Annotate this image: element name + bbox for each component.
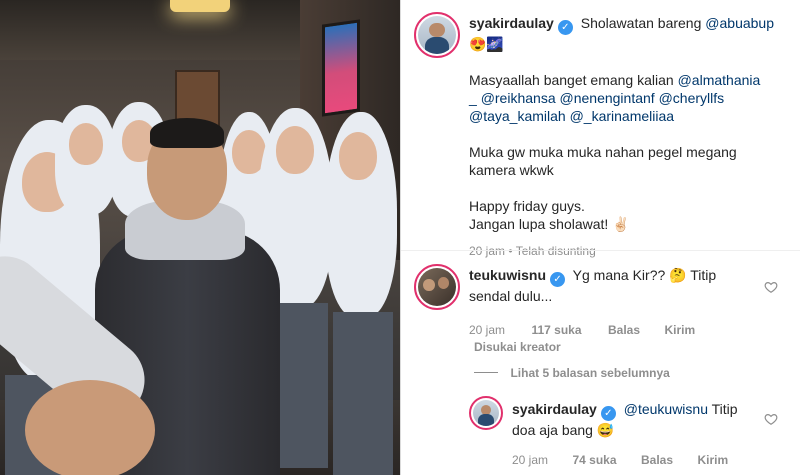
paragraph-3-line-1: Happy friday guys. [469,198,585,214]
panel-divider [400,0,401,475]
heart-icon[interactable] [764,412,778,426]
paragraph-1-text: Masyaallah banget emang kalian [469,72,674,88]
photo-man-hand [25,380,155,475]
caption-first-line: syakirdaulay ✓ Sholawatan bareng @abuabup [469,14,789,35]
photo-person [325,112,400,475]
caption-mention[interactable]: @abuabup [705,15,774,31]
reply-button[interactable]: Balas [641,453,673,467]
caption-intro: Sholawatan bareng [580,15,702,31]
view-replies-label[interactable]: Lihat 5 balasan sebelumnya [510,366,669,380]
verified-badge-icon: ✓ [557,20,573,35]
reply-button[interactable]: Balas [608,323,640,337]
mention-link[interactable]: @cheryllfs [659,90,725,106]
paragraph-2-line-2: kamera wkwk [469,162,554,178]
photo-poster [322,19,360,117]
verified-badge-icon: ✓ [600,406,616,421]
reply: syakirdaulay ✓ @teukuwisnu Titip doa aja … [512,400,762,469]
caption-emoji: 😍🌌 [469,36,504,52]
commenter-username[interactable]: teukuwisnu [469,267,546,283]
edited-label: Telah disunting [515,244,596,258]
reply-text: syakirdaulay ✓ @teukuwisnu Titip doa aja … [512,400,762,439]
mention-link[interactable]: @almathania [678,72,761,88]
mention-link[interactable]: @nenengintanf [560,90,655,106]
caption-paragraph-1: Masyaallah banget emang kalian @almathan… [469,71,789,125]
caption-divider [401,250,800,251]
view-replies-line [474,372,498,374]
reply-avatar[interactable] [469,396,503,430]
mention-link[interactable]: @_karinameliiaa [570,108,674,124]
heart-icon[interactable] [764,280,778,294]
paragraph-2-line-1: Muka gw muka muka nahan pegel megang [469,144,737,160]
comment-text: teukuwisnu ✓ Yg mana Kir?? 🤔 Titip sendal… [469,266,759,305]
reply-likes[interactable]: 74 suka [572,453,616,467]
reply-mention[interactable]: @teukuwisnu [624,401,708,417]
reply-time[interactable]: 20 jam [512,453,548,467]
reply-line-2: doa aja bang 😅 [512,422,615,438]
comment-time[interactable]: 20 jam [469,323,505,337]
photo-man-hair [150,118,224,148]
caption-paragraph-2: Muka gw muka muka nahan pegel megang kam… [469,143,789,179]
meta-separator: • [508,244,516,258]
comment-line-1: Yg mana Kir?? 🤔 Titip [572,267,717,283]
author-avatar[interactable] [414,12,460,58]
caption-meta: 20 jam • Telah disunting [469,244,789,258]
reply-line-1: Titip [711,401,738,417]
comment-line-2: sendal dulu... [469,288,553,304]
verified-badge-icon: ✓ [550,272,566,287]
comment-likes[interactable]: 117 suka [531,323,581,337]
caption-paragraph-3: Happy friday guys. Jangan lupa sholawat!… [469,197,789,233]
comment-actions: 20 jam 117 suka Balas Kirim [469,321,759,339]
creator-liked-label: Disukai kreator [474,340,561,354]
post-photo[interactable] [0,0,400,475]
paragraph-3-line-2: Jangan lupa sholawat! ✌🏻 [469,216,630,232]
mention-link[interactable]: @reikhansa [481,90,556,106]
post-timestamp[interactable]: 20 jam [469,244,505,258]
commenter-avatar[interactable] [414,264,460,310]
mention-link[interactable]: _ [469,90,477,106]
reply-actions: 20 jam 74 suka Balas Kirim [512,451,762,469]
comment: teukuwisnu ✓ Yg mana Kir?? 🤔 Titip sendal… [469,266,759,339]
photo-ceiling-light [170,0,230,12]
send-button[interactable]: Kirim [664,323,695,337]
send-button[interactable]: Kirim [697,453,728,467]
author-username[interactable]: syakirdaulay [469,15,554,31]
mention-link[interactable]: @taya_kamilah [469,108,566,124]
view-replies[interactable]: Lihat 5 balasan sebelumnya [474,364,670,382]
caption: syakirdaulay ✓ Sholawatan bareng @abuabup… [469,14,789,258]
reply-username[interactable]: syakirdaulay [512,401,597,417]
